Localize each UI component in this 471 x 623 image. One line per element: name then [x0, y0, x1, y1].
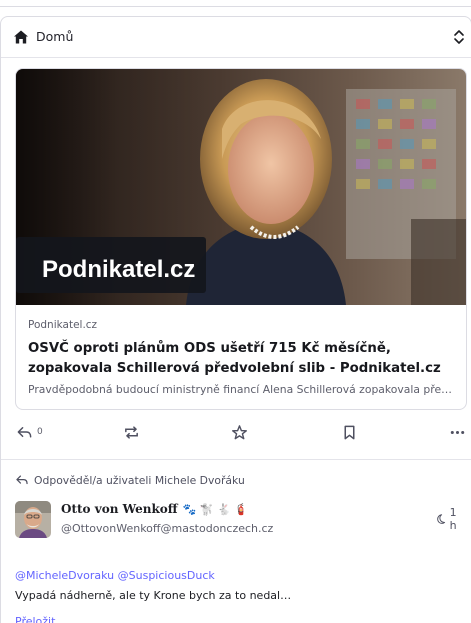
bookmark-button[interactable] [341, 423, 358, 441]
card-headline[interactable]: OSVČ oproti plánům ODS ušetří 715 Kč měs… [28, 339, 458, 379]
account-handle[interactable]: @OttovonWenkoff@mastodonczech.cz [61, 522, 273, 535]
display-name-text: Otto von Wenkoff [61, 502, 178, 516]
more-button[interactable] [449, 423, 466, 441]
display-name[interactable]: Otto von Wenkoff 🐾 🐩 🐇 🧯 [61, 502, 248, 516]
column-header[interactable]: Domů [1, 17, 471, 58]
moon-icon [437, 514, 446, 524]
reply-context-text: Odpověděl/a uživateli Michele Dvořáku [34, 473, 245, 487]
display-name-emojis: 🐾 🐩 🐇 🧯 [182, 502, 248, 516]
reply-icon [17, 426, 32, 438]
avatar[interactable] [15, 501, 51, 538]
preview-image: Podnikatel.cz [16, 69, 466, 305]
post-time[interactable]: 1 h [435, 506, 465, 532]
boost-icon [125, 425, 138, 439]
more-icon [450, 430, 465, 434]
status-actions: 0 [1, 417, 471, 447]
preview-photo: Podnikatel.cz [16, 69, 466, 305]
top-divider [0, 6, 471, 7]
column-title: Domů [36, 29, 74, 44]
translate-button[interactable]: Přeložit [15, 615, 55, 623]
post-text: Vypadá nádherně, ale ty Krone bych za to… [15, 589, 292, 602]
reply-context-icon [16, 475, 28, 485]
reply-count: 0 [37, 427, 43, 437]
preview-brand-text: Podnikatel.cz [42, 256, 195, 283]
post-mentions[interactable]: @MicheleDvoraku @SuspiciousDuck [15, 566, 455, 586]
boost-button[interactable] [123, 423, 140, 441]
post-content: @MicheleDvoraku @SuspiciousDuck Vypadá n… [15, 566, 455, 606]
star-icon [231, 424, 248, 439]
status-divider [1, 459, 471, 460]
card-description: Pravděpodobná budoucí ministryně financí… [28, 383, 458, 396]
reply-button[interactable]: 0 [16, 423, 43, 441]
timeline-panel: Domů Podnikatel.cz Podnikatel.cz OSVČ op… [0, 16, 471, 623]
chevron-updown-icon[interactable] [452, 27, 466, 47]
link-preview-card[interactable]: Podnikatel.cz Podnikatel.cz OSVČ oproti … [15, 68, 467, 410]
home-icon [14, 30, 28, 44]
card-source: Podnikatel.cz [28, 319, 98, 331]
favourite-button[interactable] [231, 423, 248, 441]
bookmark-icon [344, 425, 355, 439]
post-time-text: 1 h [449, 506, 457, 532]
reply-context[interactable]: Odpověděl/a uživateli Michele Dvořáku [15, 473, 245, 487]
